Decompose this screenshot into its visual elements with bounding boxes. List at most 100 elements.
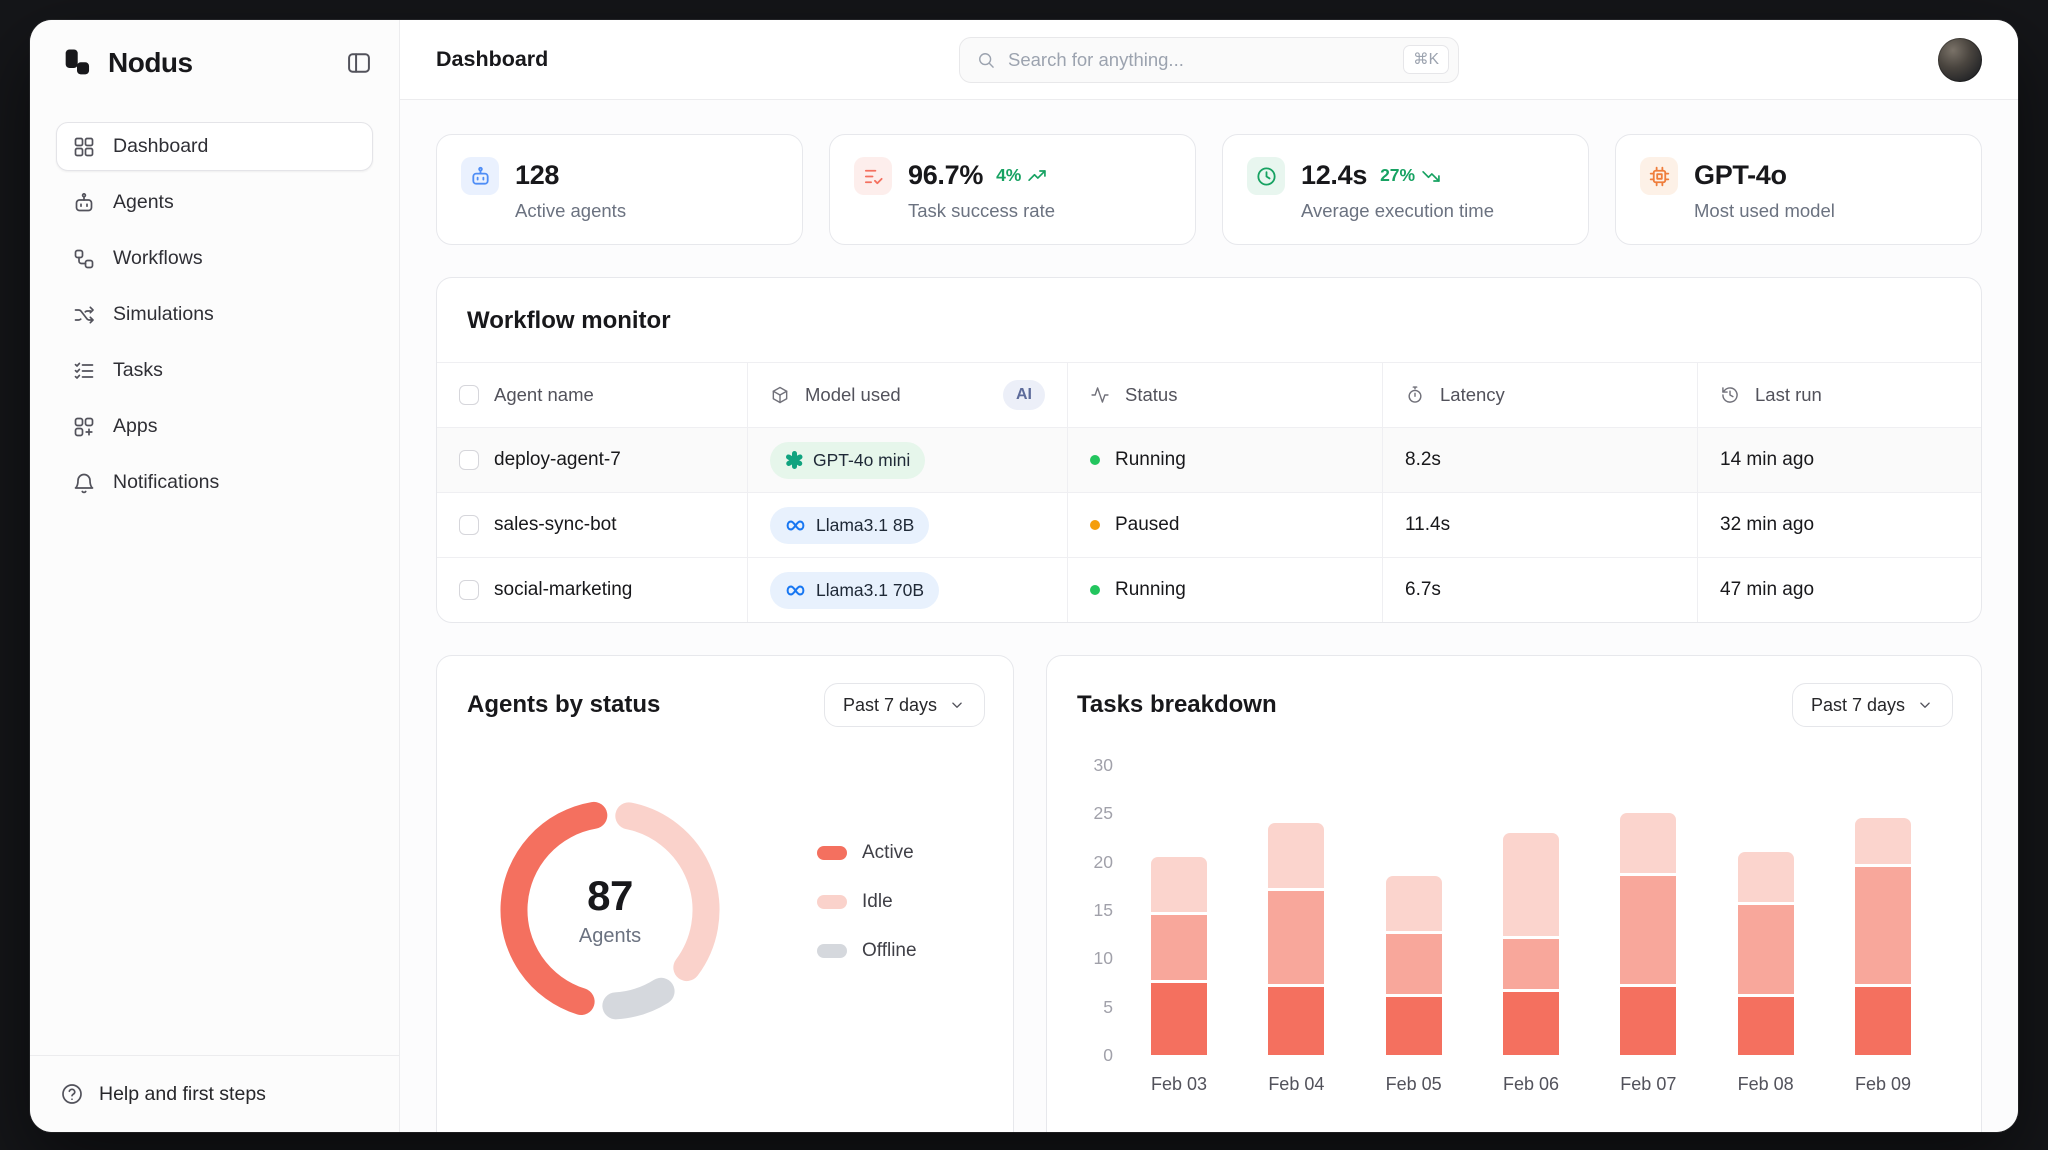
legend-label: Offline [862,940,917,961]
history-icon [1722,387,1738,403]
table-header-row: Agent name Model used AI Status Latency [437,362,1981,427]
tasks-list-icon [74,362,94,379]
help-label: Help and first steps [99,1082,266,1105]
bar-segment-middle [1854,866,1911,985]
bar-segment-top [1385,876,1442,932]
bar-segment-bottom [1620,987,1677,1055]
bar-segment-top [1620,813,1677,874]
bar-segment-middle [1151,914,1207,980]
bar-segment-bottom [1737,997,1794,1055]
user-avatar[interactable] [1938,37,1982,82]
bar-segment-middle [1737,905,1794,994]
trending-down-icon [1422,170,1440,182]
sidebar-item-label: Simulations [113,303,214,325]
row-checkbox[interactable] [459,450,479,470]
status-dot [1090,520,1100,530]
sidebar-item-agents[interactable]: Agents [56,178,373,227]
bar-column: Feb 05 [1386,765,1442,1095]
model-badge: Llama3.1 8B [770,506,930,544]
agent-name: deploy-agent-7 [494,449,621,470]
table-row[interactable]: sales-sync-bot Llama3.1 8B Paused 11.4s … [437,492,1981,557]
bar-segment-bottom [1502,992,1559,1055]
legend-item-idle: Idle [817,891,917,913]
y-axis-tick: 5 [1103,996,1113,1017]
x-axis-label: Feb 07 [1620,1074,1677,1094]
last-run-value: 32 min ago [1720,514,1815,535]
search-input[interactable] [1008,48,1392,71]
donut-center-value: 87 [587,872,633,919]
bar-column: Feb 03 [1151,765,1207,1095]
sidebar-item-label: Notifications [113,471,220,493]
apps-grid-icon [74,417,94,436]
clock-icon [1247,157,1285,195]
tasks-stacked-bar-chart: 0 5 10 15 20 25 30 Feb 03 Feb 04 Feb 05 Feb 06 Feb… [1047,747,1981,1095]
sidebar-item-dashboard[interactable]: Dashboard [56,122,373,171]
sidebar-item-notifications[interactable]: Notifications [56,458,373,507]
sidebar-item-apps[interactable]: Apps [56,402,373,451]
status-label: Running [1115,449,1186,470]
tasks-range-dropdown[interactable]: Past 7 days [1791,683,1953,727]
stat-card-most-used-model: GPT-4o Most used model [1615,134,1982,245]
table-row[interactable]: social-marketing Llama3.1 70B Running 6.… [437,557,1981,622]
sidebar-item-label: Workflows [113,247,203,269]
dashboard-grid-icon [74,137,94,156]
latency-value: 11.4s [1405,514,1451,535]
bar-segment-bottom [1268,987,1325,1055]
y-axis-tick: 20 [1093,851,1113,872]
chevron-down-icon [952,702,962,708]
page-title: Dashboard [436,47,549,71]
agent-name: sales-sync-bot [494,514,617,535]
bar-segment-middle [1620,876,1677,985]
row-checkbox[interactable] [459,580,479,600]
tasks-breakdown-card: Tasks breakdown Past 7 days 0 5 10 15 20 25 30… [1046,655,1982,1132]
agents-bot-icon [75,192,93,211]
nodus-logo-icon [60,46,94,80]
status-dot [1090,585,1100,595]
main-area: Dashboard ⌘K 128 Act [400,20,2018,1132]
sidebar: Nodus Dashboard Agents Workflows Simulat… [30,20,400,1132]
model-badge: Llama3.1 70B [770,571,939,609]
cpu-icon [1640,157,1678,195]
model-badge: GPT-4o mini [770,441,926,479]
sidebar-item-workflows[interactable]: Workflows [56,234,373,283]
tasks-chart-yaxis: 0 5 10 15 20 25 30 [1075,755,1125,1065]
bar-segment-middle [1385,934,1442,994]
y-axis-tick: 10 [1093,948,1113,969]
sidebar-item-label: Tasks [113,359,163,381]
stat-value: GPT-4o [1694,160,1787,190]
help-circle-icon [62,1084,82,1104]
bar-segment-top [1151,856,1207,912]
chevron-down-icon [1920,702,1930,708]
column-header-model-used: Model used [805,384,901,405]
sidebar-item-label: Agents [113,191,174,213]
activity-icon [1091,387,1109,403]
select-all-checkbox[interactable] [459,385,479,405]
stat-label: Average execution time [1301,200,1494,221]
app-window: Nodus Dashboard Agents Workflows Simulat… [30,20,2018,1132]
status-label: Paused [1115,514,1180,535]
legend-label: Active [862,842,914,863]
y-axis-tick: 0 [1103,1045,1113,1065]
sidebar-item-tasks[interactable]: Tasks [56,346,373,395]
sidebar-toggle-icon[interactable] [345,49,373,77]
agents-donut: 87 Agents [495,795,725,1025]
bar-segment-bottom [1854,987,1911,1055]
latency-value: 6.7s [1405,579,1441,600]
simulations-shuffle-icon [74,305,94,324]
table-row[interactable]: deploy-agent-7 GPT-4o mini Running 8.2s … [437,427,1981,492]
row-checkbox[interactable] [459,515,479,535]
sidebar-item-simulations[interactable]: Simulations [56,290,373,339]
bar-segment-top [1854,818,1911,864]
y-axis-tick: 15 [1093,900,1113,920]
stat-delta: 4% [996,165,1047,186]
donut-center-label: Agents [578,925,642,947]
stat-delta: 27% [1380,165,1441,186]
bell-icon [74,473,94,493]
bar-segment-bottom [1385,997,1442,1055]
search-shortcut: ⌘K [1403,45,1449,74]
timer-icon [1408,386,1422,403]
stat-value: 96.7% [908,160,984,190]
agents-range-dropdown[interactable]: Past 7 days [823,683,985,727]
help-and-first-steps[interactable]: Help and first steps [30,1055,399,1132]
bar-segment-top [1737,852,1794,903]
